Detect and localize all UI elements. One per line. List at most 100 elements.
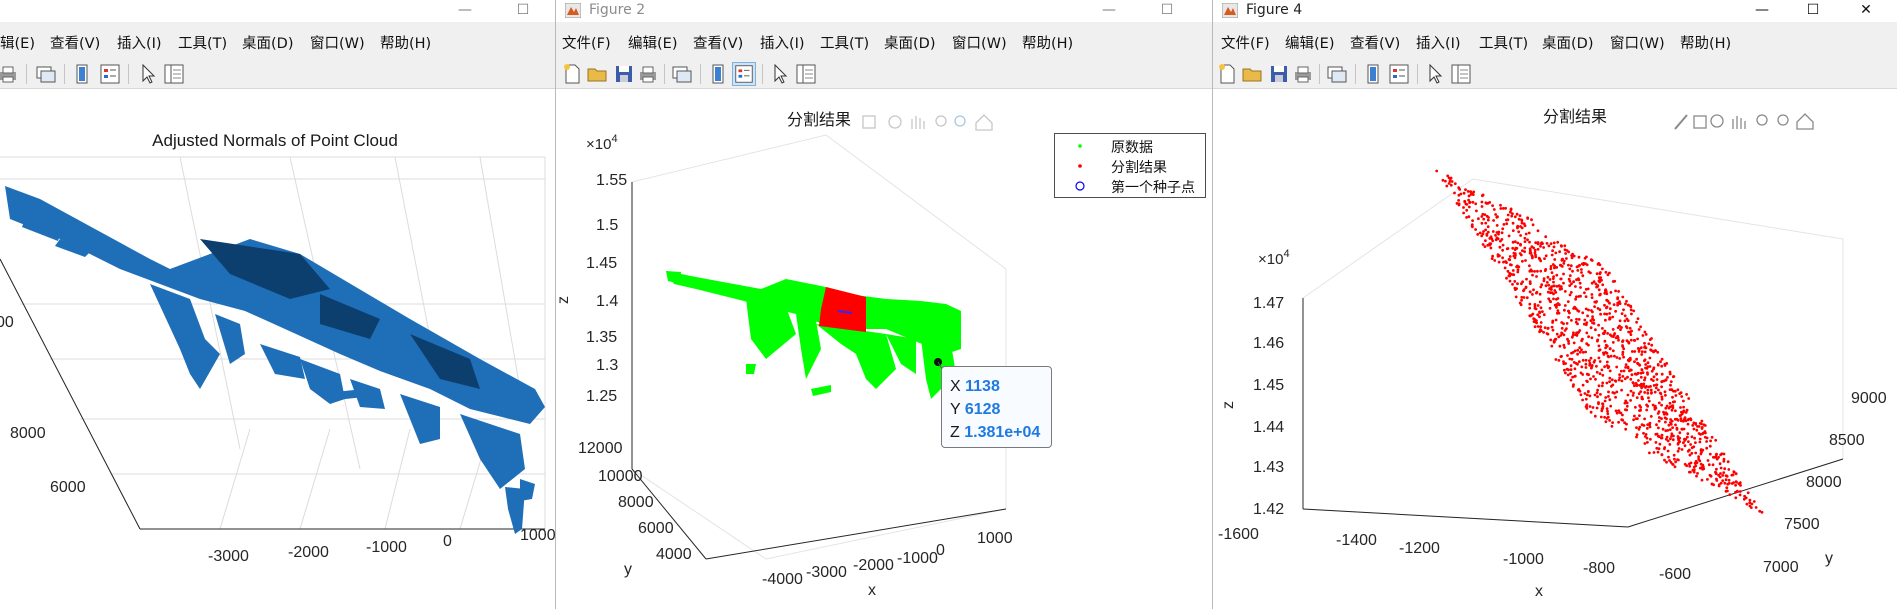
data-point [1512,251,1516,255]
data-point [1562,343,1566,347]
menu-view[interactable]: 查看(V) [693,32,743,53]
save-icon[interactable] [1267,62,1291,86]
home-icon[interactable] [1796,113,1814,130]
data-point [1602,351,1605,355]
data-point [1618,376,1622,379]
menu-desktop[interactable]: 桌面(D) [1542,32,1593,53]
maximize-button[interactable]: ☐ [1790,0,1836,22]
menu-help[interactable]: 帮助(H) [380,32,431,53]
plot-3d-point-cloud[interactable]: Adjusted Normals of Point Cloud 0 8000 6… [0,89,556,609]
minimize-button[interactable]: — [442,0,488,22]
colorbar-icon[interactable] [1361,62,1385,86]
menu-window[interactable]: 窗口(W) [1610,32,1665,53]
property-inspector-icon[interactable] [162,62,186,86]
rotate-icon[interactable] [1710,114,1724,128]
print-icon[interactable] [636,62,660,86]
colorbar-icon[interactable] [706,62,730,86]
data-point [1621,295,1625,299]
menu-edit[interactable]: 编辑(E) [628,32,677,53]
menu-help[interactable]: 帮助(H) [1022,32,1073,53]
y-axis-label: y [1825,550,1833,567]
zoom-in-icon[interactable] [1756,114,1768,126]
link-axes-icon[interactable] [1325,62,1349,86]
home-icon[interactable] [975,114,993,131]
edit-plot-arrow-icon[interactable] [136,62,160,86]
menu-tools[interactable]: 工具(T) [820,32,869,53]
zoom-out-icon[interactable] [954,115,966,127]
data-point [1652,384,1656,387]
open-folder-icon[interactable] [1241,62,1265,86]
data-point [1555,332,1559,336]
legend-icon[interactable] [1387,62,1411,86]
brush-icon[interactable] [1674,114,1688,130]
menu-file[interactable]: 文件(F) [1221,32,1270,53]
menu-file[interactable]: 文件(F) [562,32,611,53]
datatip[interactable]: X 1138 Y 6128 Z 1.381e+04 [941,366,1052,448]
menu-insert[interactable]: 插入(I) [117,32,162,53]
print-icon[interactable] [1291,62,1315,86]
title-bar[interactable]: Figure 2 — ☐ [556,0,1212,22]
property-inspector-icon[interactable] [1449,62,1473,86]
data-point [1548,306,1552,310]
menu-view[interactable]: 查看(V) [1350,32,1400,53]
open-folder-icon[interactable] [586,62,610,86]
menu-desktop[interactable]: 桌面(D) [242,32,293,53]
figure-canvas[interactable]: 分割结果 ×104 1.47 1.46 1.45 1.44 1.43 1.42 … [1213,89,1897,609]
figure-canvas[interactable]: Adjusted Normals of Point Cloud 0 8000 6… [0,89,555,609]
new-figure-icon[interactable] [1215,62,1239,86]
data-point [1506,218,1510,222]
pan-icon[interactable] [911,116,925,129]
data-point [1656,363,1660,366]
title-bar[interactable]: Figure 4 — ☐ ✕ [1213,0,1897,22]
rotate-icon[interactable] [888,115,902,129]
data-point [1724,489,1728,493]
maximize-button[interactable]: ☐ [1144,0,1190,22]
legend-icon[interactable] [732,62,756,86]
link-axes-icon[interactable] [670,62,694,86]
menu-window[interactable]: 窗口(W) [310,32,365,53]
menu-window[interactable]: 窗口(W) [952,32,1007,53]
menu-view[interactable]: 查看(V) [50,32,100,53]
maximize-button[interactable]: ☐ [500,0,546,22]
menu-tools[interactable]: 工具(T) [178,32,227,53]
plot-3d-segmentation-result[interactable]: 分割结果 ×104 1.47 1.46 1.45 1.44 1.43 1.42 … [1213,89,1897,609]
legend-item-original-data[interactable]: 原数据 [1055,136,1205,156]
data-point [1674,423,1677,427]
edit-plot-arrow-icon[interactable] [768,62,792,86]
window-figure-4[interactable]: Figure 4 — ☐ ✕ 文件(F) 编辑(E) 查看(V) 插入(I) 工… [1213,0,1897,609]
zoom-in-icon[interactable] [935,115,947,127]
export-icon[interactable] [862,115,876,129]
data-point [1705,436,1709,440]
legend-item-segmentation-result[interactable]: 分割结果 [1055,156,1205,176]
window-figure-2[interactable]: Figure 2 — ☐ 文件(F) 编辑(E) 查看(V) 插入(I) 工具(… [556,0,1213,609]
window-adjusted-normals[interactable]: — ☐ 辑(E) 查看(V) 插入(I) 工具(T) 桌面(D) 窗口(W) 帮… [0,0,556,609]
menu-edit[interactable]: 编辑(E) [1285,32,1334,53]
edit-plot-arrow-icon[interactable] [1423,62,1447,86]
menu-insert[interactable]: 插入(I) [1416,32,1461,53]
menu-help[interactable]: 帮助(H) [1680,32,1731,53]
legend-icon[interactable] [98,62,122,86]
menu-tools[interactable]: 工具(T) [1479,32,1528,53]
pan-icon[interactable] [1732,116,1746,129]
legend-item-first-seed-point[interactable]: 第一个种子点 [1055,176,1205,196]
data-point [1536,247,1540,251]
link-axes-icon[interactable] [34,62,58,86]
menu-desktop[interactable]: 桌面(D) [884,32,935,53]
new-figure-icon[interactable] [560,62,584,86]
minimize-button[interactable]: — [1739,0,1785,22]
data-point [1616,334,1619,338]
menu-edit[interactable]: 辑(E) [0,32,35,53]
save-icon[interactable] [612,62,636,86]
figure-canvas[interactable]: 分割结果 ×104 1.55 1.5 1.45 1.4 1.35 1.3 1.2… [556,89,1212,609]
zoom-out-icon[interactable] [1777,114,1789,126]
export-icon[interactable] [1693,115,1707,129]
print-icon[interactable] [0,62,20,86]
legend[interactable]: 原数据 分割结果 第一个种子点 [1054,133,1206,198]
menu-insert[interactable]: 插入(I) [760,32,805,53]
title-bar[interactable]: — ☐ [0,0,555,22]
minimize-button[interactable]: — [1086,0,1132,22]
colorbar-icon[interactable] [70,62,94,86]
data-point [1680,395,1684,398]
close-button[interactable]: ✕ [1843,0,1889,22]
property-inspector-icon[interactable] [794,62,818,86]
